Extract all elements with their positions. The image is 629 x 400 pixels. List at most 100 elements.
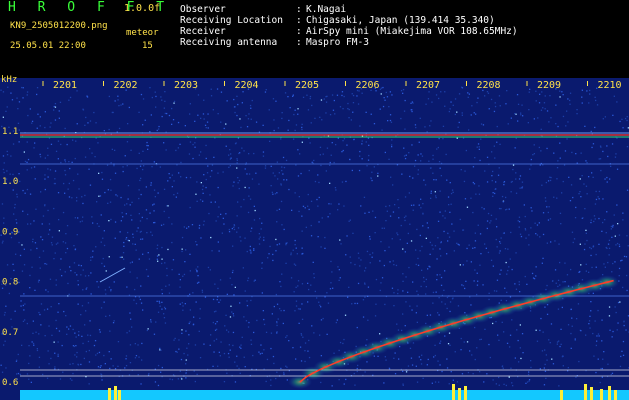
noise-dot bbox=[197, 266, 199, 268]
noise-dot bbox=[140, 177, 142, 179]
noise-dot bbox=[319, 154, 321, 156]
noise-dot bbox=[47, 168, 49, 170]
noise-dot bbox=[30, 249, 32, 251]
noise-dot bbox=[164, 308, 167, 310]
noise-dot bbox=[402, 280, 404, 282]
noise-dot bbox=[549, 179, 552, 182]
noise-dot bbox=[142, 168, 144, 171]
noise-dot bbox=[561, 356, 564, 358]
noise-dot bbox=[297, 108, 299, 110]
noise-dot bbox=[232, 245, 234, 247]
noise-dot bbox=[78, 334, 80, 336]
noise-dot bbox=[138, 296, 140, 298]
noise-dot bbox=[156, 129, 158, 132]
noise-dot bbox=[486, 156, 489, 158]
noise-dot bbox=[592, 332, 594, 335]
noise-dot bbox=[68, 161, 70, 163]
noise-dot bbox=[123, 245, 125, 247]
noise-dot bbox=[428, 160, 430, 162]
noise-dot bbox=[338, 269, 340, 271]
noise-dot bbox=[459, 218, 461, 221]
noise-dot bbox=[412, 209, 414, 211]
noise-dot bbox=[529, 310, 532, 312]
noise-dot bbox=[607, 155, 609, 158]
noise-dot bbox=[236, 158, 238, 160]
noise-dot bbox=[379, 289, 381, 292]
noise-dot bbox=[76, 274, 78, 276]
noise-dot bbox=[433, 179, 435, 181]
noise-dot bbox=[473, 183, 476, 185]
noise-dot bbox=[196, 282, 199, 284]
noise-dot bbox=[427, 98, 430, 100]
noise-dot bbox=[581, 175, 583, 177]
noise-dot bbox=[458, 121, 460, 124]
noise-dot bbox=[140, 160, 142, 162]
noise-dot bbox=[212, 109, 214, 111]
noise-dot bbox=[415, 263, 417, 266]
noise-dot bbox=[492, 322, 494, 325]
noise-dot bbox=[87, 302, 90, 304]
noise-dot bbox=[484, 170, 486, 172]
noise-dot bbox=[313, 273, 315, 275]
noise-dot bbox=[409, 347, 412, 349]
noise-dot bbox=[2, 116, 4, 118]
noise-dot bbox=[250, 343, 253, 345]
noise-dot bbox=[278, 172, 280, 174]
noise-dot bbox=[533, 153, 535, 155]
noise-dot bbox=[502, 367, 504, 369]
noise-dot bbox=[140, 93, 143, 96]
noise-dot bbox=[458, 244, 460, 246]
noise-dot bbox=[253, 219, 256, 221]
noise-dot bbox=[248, 113, 250, 115]
noise-dot bbox=[198, 154, 200, 156]
noise-dot bbox=[314, 290, 316, 293]
noise-dot bbox=[240, 206, 242, 208]
noise-dot bbox=[12, 143, 15, 145]
noise-dot bbox=[286, 179, 288, 181]
time-tick-label: 2208 bbox=[476, 80, 500, 91]
noise-dot bbox=[564, 150, 567, 152]
noise-dot bbox=[50, 357, 52, 360]
noise-dot bbox=[281, 224, 283, 226]
noise-dot bbox=[473, 280, 475, 282]
noise-dot bbox=[188, 322, 190, 325]
noise-dot bbox=[316, 297, 318, 299]
noise-dot bbox=[42, 215, 45, 217]
noise-dot bbox=[410, 240, 413, 242]
noise-dot bbox=[437, 312, 439, 314]
noise-dot bbox=[297, 175, 300, 177]
noise-dot bbox=[229, 149, 231, 151]
noise-dot bbox=[283, 371, 285, 374]
noise-dot bbox=[379, 108, 381, 110]
noise-dot bbox=[206, 172, 209, 174]
noise-dot bbox=[26, 169, 28, 171]
noise-dot bbox=[617, 223, 619, 225]
noise-dot bbox=[34, 178, 36, 180]
noise-dot bbox=[575, 206, 577, 209]
noise-dot bbox=[137, 227, 139, 229]
noise-dot bbox=[294, 310, 296, 312]
noise-dot bbox=[73, 245, 75, 247]
noise-dot bbox=[29, 108, 31, 110]
noise-dot bbox=[223, 381, 226, 383]
observer-value: K.Nagai bbox=[306, 4, 347, 15]
noise-dot bbox=[88, 383, 90, 385]
noise-dot bbox=[48, 137, 51, 139]
noise-dot bbox=[491, 151, 493, 153]
noise-dot bbox=[452, 104, 454, 106]
noise-dot bbox=[498, 95, 501, 97]
noise-dot bbox=[546, 206, 548, 208]
noise-dot bbox=[431, 244, 433, 246]
noise-dot bbox=[233, 228, 236, 231]
noise-dot bbox=[596, 104, 599, 106]
noise-dot bbox=[12, 263, 14, 265]
noise-dot bbox=[179, 279, 181, 281]
noise-dot bbox=[466, 206, 469, 208]
noise-dot bbox=[479, 233, 482, 235]
noise-dot bbox=[270, 379, 272, 381]
noise-dot bbox=[237, 182, 239, 184]
noise-dot bbox=[472, 373, 474, 375]
noise-dot bbox=[173, 102, 175, 104]
noise-dot bbox=[325, 96, 327, 98]
noise-dot bbox=[464, 198, 467, 200]
